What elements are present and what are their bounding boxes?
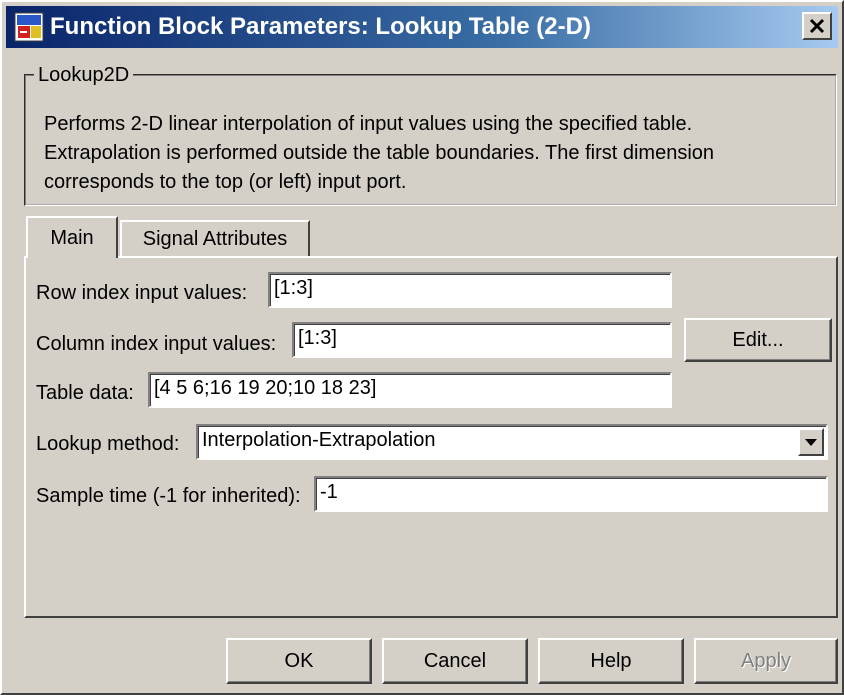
row-index-input[interactable]: [1:3] [268,272,672,308]
description-line: Performs 2-D linear interpolation of inp… [44,113,693,135]
column-index-input[interactable]: [1:3] [292,322,672,358]
close-button[interactable] [802,12,832,40]
cancel-button[interactable]: Cancel [382,638,528,684]
dropdown-button[interactable] [798,428,824,456]
block-description: Performs 2-D linear interpolation of inp… [44,110,824,197]
dialog-window: Function Block Parameters: Lookup Table … [0,0,844,695]
lookup-method-label: Lookup method: [36,433,180,455]
title-bar[interactable]: Function Block Parameters: Lookup Table … [6,6,838,48]
lookup-method-select[interactable]: Interpolation-Extrapolation [196,424,828,460]
tab-signal-attributes[interactable]: Signal Attributes [120,220,310,256]
help-button[interactable]: Help [538,638,684,684]
description-line: corresponds to the top (or left) input p… [44,171,407,193]
table-data-label: Table data: [36,382,134,404]
column-index-label: Column index input values: [36,333,277,355]
chevron-down-icon [805,439,817,446]
ok-button[interactable]: OK [226,638,372,684]
sample-time-input[interactable]: -1 [314,476,828,512]
row-index-label: Row index input values: [36,282,248,304]
lookup-method-value: Interpolation-Extrapolation [202,429,436,451]
sample-time-label: Sample time (-1 for inherited): [36,485,301,507]
close-icon [809,18,825,34]
simulink-block-icon [14,12,44,42]
apply-button[interactable]: Apply [694,638,838,684]
tab-main[interactable]: Main [26,216,118,258]
block-name-label: Lookup2D [34,64,134,87]
table-data-input[interactable]: [4 5 6;16 19 20;10 18 23] [148,372,672,408]
description-line: Extrapolation is performed outside the t… [44,142,715,164]
window-title: Function Block Parameters: Lookup Table … [50,13,591,40]
edit-button[interactable]: Edit... [684,318,832,362]
